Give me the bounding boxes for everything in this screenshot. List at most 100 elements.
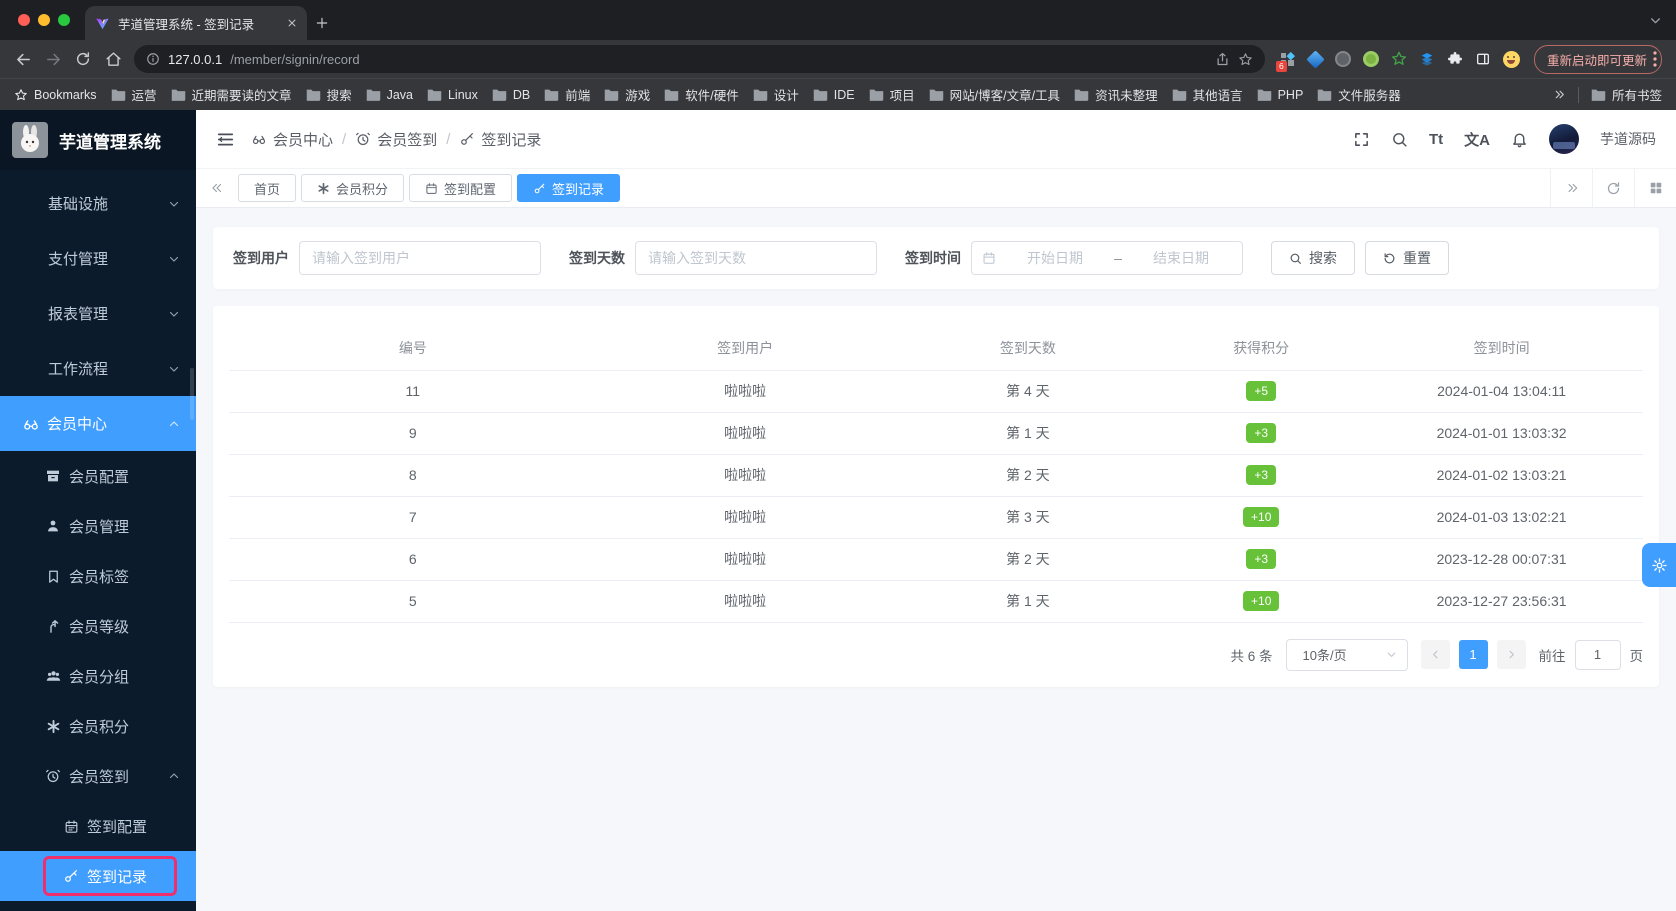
search-button[interactable]: 搜索 bbox=[1271, 241, 1355, 275]
prev-page-button[interactable] bbox=[1420, 640, 1450, 669]
page-size-select[interactable]: 10条/页 bbox=[1285, 638, 1408, 671]
key-icon bbox=[62, 868, 80, 884]
bookmark-folder[interactable]: PHP bbox=[1257, 88, 1303, 102]
bookmark-star-icon[interactable] bbox=[1238, 52, 1253, 67]
extension-green-star-icon[interactable] bbox=[1391, 51, 1408, 68]
bookmark-folder[interactable]: 资讯未整理 bbox=[1074, 85, 1158, 104]
goto-page-input[interactable] bbox=[1574, 639, 1621, 670]
next-page-button[interactable] bbox=[1496, 640, 1526, 669]
sidebar-item-signin-config[interactable]: 签到配置 bbox=[0, 801, 196, 851]
layout-grid-icon[interactable] bbox=[1634, 169, 1676, 207]
chevron-down-icon bbox=[168, 198, 180, 210]
date-range-picker[interactable]: 开始日期 – 结束日期 bbox=[971, 241, 1243, 275]
tab-search-chevron-icon[interactable] bbox=[1649, 14, 1662, 27]
window-maximize-button[interactable] bbox=[58, 14, 70, 26]
sidebar-item-infrastructure[interactable]: 基础设施 bbox=[0, 176, 196, 231]
bookmark-folder[interactable]: Java bbox=[366, 88, 413, 102]
column-header: 获得积分 bbox=[1162, 326, 1361, 371]
tabs-scroll-right-icon[interactable] bbox=[1550, 169, 1592, 207]
new-tab-button[interactable] bbox=[307, 6, 337, 40]
refresh-page-icon[interactable] bbox=[1592, 169, 1634, 207]
window-minimize-button[interactable] bbox=[38, 14, 50, 26]
page-tab-member-points[interactable]: 会员积分 bbox=[301, 174, 405, 202]
sidebar-item-member-config[interactable]: 会员配置 bbox=[0, 451, 196, 501]
bookmark-folder[interactable]: 软件/硬件 bbox=[664, 85, 739, 104]
site-info-icon[interactable] bbox=[146, 52, 160, 66]
pagination: 共 6 条 10条/页 1 前往 页 bbox=[229, 638, 1643, 671]
sidebar-item-member-tag[interactable]: 会员标签 bbox=[0, 551, 196, 601]
font-size-icon[interactable]: Tt bbox=[1429, 131, 1443, 148]
tab-close-icon[interactable] bbox=[287, 18, 297, 28]
extension-layers-icon[interactable] bbox=[1419, 51, 1436, 68]
bookmark-folder[interactable]: 运营 bbox=[111, 85, 157, 104]
bookmarks-manager-item[interactable]: Bookmarks bbox=[14, 88, 97, 102]
page-tab-signin-config[interactable]: 签到配置 bbox=[409, 174, 513, 202]
sidebar-scrollbar[interactable] bbox=[190, 368, 194, 420]
forward-button[interactable] bbox=[38, 44, 68, 74]
sidebar-item-member-manage[interactable]: 会员管理 bbox=[0, 501, 196, 551]
menu-dots-icon[interactable] bbox=[1653, 51, 1657, 67]
sidebar-item-member-center[interactable]: 会员中心 bbox=[0, 396, 196, 451]
page-tab-home[interactable]: 首页 bbox=[238, 174, 297, 202]
browser-update-button[interactable]: 重新启动即可更新 bbox=[1533, 44, 1662, 74]
sidebar-item-report[interactable]: 报表管理 bbox=[0, 286, 196, 341]
sidebar-item-member-signin[interactable]: 会员签到 bbox=[0, 751, 196, 801]
bookmark-folder[interactable]: 项目 bbox=[869, 85, 915, 104]
search-icon[interactable] bbox=[1391, 131, 1408, 148]
bookmark-folder[interactable]: DB bbox=[492, 88, 530, 102]
bookmark-folder[interactable]: 其他语言 bbox=[1172, 85, 1243, 104]
bookmark-folder[interactable]: 设计 bbox=[753, 85, 799, 104]
user-avatar[interactable] bbox=[1549, 124, 1579, 154]
reset-button[interactable]: 重置 bbox=[1365, 241, 1449, 275]
breadcrumb-member-center[interactable]: 会员中心 bbox=[251, 129, 333, 150]
side-panel-icon[interactable] bbox=[1475, 51, 1492, 68]
pagination-total: 共 6 条 bbox=[1230, 648, 1273, 664]
sidebar-item-member-group[interactable]: 会员分组 bbox=[0, 651, 196, 701]
home-button[interactable] bbox=[98, 44, 128, 74]
settings-drawer-button[interactable] bbox=[1642, 543, 1676, 587]
extension-dark-circle-icon[interactable] bbox=[1335, 51, 1352, 68]
filter-user-input[interactable] bbox=[299, 241, 541, 275]
bell-icon[interactable] bbox=[1511, 131, 1528, 148]
bookmark-folder[interactable]: Linux bbox=[427, 88, 478, 102]
sidebar-item-member-level[interactable]: 会员等级 bbox=[0, 601, 196, 651]
sidebar: 芋道管理系统 基础设施 支付管理 报表管理 工作流程 会员中心 会员配置 会员管… bbox=[0, 110, 196, 911]
bookmarks-overflow-chevron-icon[interactable] bbox=[1553, 88, 1566, 101]
bookmark-folder[interactable]: 游戏 bbox=[604, 85, 650, 104]
bookmark-folder[interactable]: 网站/博客/文章/工具 bbox=[929, 85, 1060, 104]
window-close-button[interactable] bbox=[18, 14, 30, 26]
bookmark-folder[interactable]: 搜索 bbox=[306, 85, 352, 104]
logo-image bbox=[12, 122, 48, 158]
fullscreen-icon[interactable] bbox=[1353, 131, 1370, 148]
filter-days-input[interactable] bbox=[635, 241, 877, 275]
extension-green-circle-icon[interactable] bbox=[1363, 51, 1380, 68]
sidebar-item-payment[interactable]: 支付管理 bbox=[0, 231, 196, 286]
bookmark-folder[interactable]: IDE bbox=[813, 88, 855, 102]
language-icon[interactable]: 文A bbox=[1464, 129, 1490, 150]
back-button[interactable] bbox=[8, 44, 38, 74]
extension-kite-icon[interactable] bbox=[1306, 49, 1325, 69]
profile-avatar-emoji[interactable] bbox=[1502, 50, 1520, 68]
bookmark-folder[interactable]: 近期需要读的文章 bbox=[171, 85, 292, 104]
browser-tab[interactable]: 芋道管理系统 - 签到记录 bbox=[85, 6, 307, 40]
all-bookmarks-item[interactable]: 所有书签 bbox=[1591, 85, 1662, 104]
reload-button[interactable] bbox=[68, 44, 98, 74]
page-tab-signin-record[interactable]: 签到记录 bbox=[517, 174, 621, 202]
tabs-scroll-left-icon[interactable] bbox=[196, 169, 238, 207]
sidebar-item-workflow[interactable]: 工作流程 bbox=[0, 341, 196, 396]
app-logo[interactable]: 芋道管理系统 bbox=[0, 110, 196, 170]
sidebar-item-member-points[interactable]: 会员积分 bbox=[0, 701, 196, 751]
page-number-button[interactable]: 1 bbox=[1458, 640, 1488, 669]
date-end-placeholder[interactable]: 结束日期 bbox=[1130, 248, 1232, 268]
address-bar[interactable]: 127.0.0.1/member/signin/record bbox=[134, 45, 1265, 73]
app-title: 芋道管理系统 bbox=[59, 132, 161, 152]
extension-grid-icon[interactable]: 6 bbox=[1275, 51, 1296, 72]
breadcrumb-member-signin[interactable]: 会员签到 bbox=[355, 129, 437, 150]
share-icon[interactable] bbox=[1215, 52, 1230, 67]
bookmark-folder[interactable]: 文件服务器 bbox=[1317, 85, 1401, 104]
date-start-placeholder[interactable]: 开始日期 bbox=[1004, 248, 1106, 268]
extensions-puzzle-icon[interactable] bbox=[1447, 51, 1464, 68]
bookmark-folder[interactable]: 前端 bbox=[544, 85, 590, 104]
sidebar-item-signin-record[interactable]: 签到记录 bbox=[0, 851, 196, 901]
collapse-menu-icon[interactable] bbox=[216, 130, 235, 149]
